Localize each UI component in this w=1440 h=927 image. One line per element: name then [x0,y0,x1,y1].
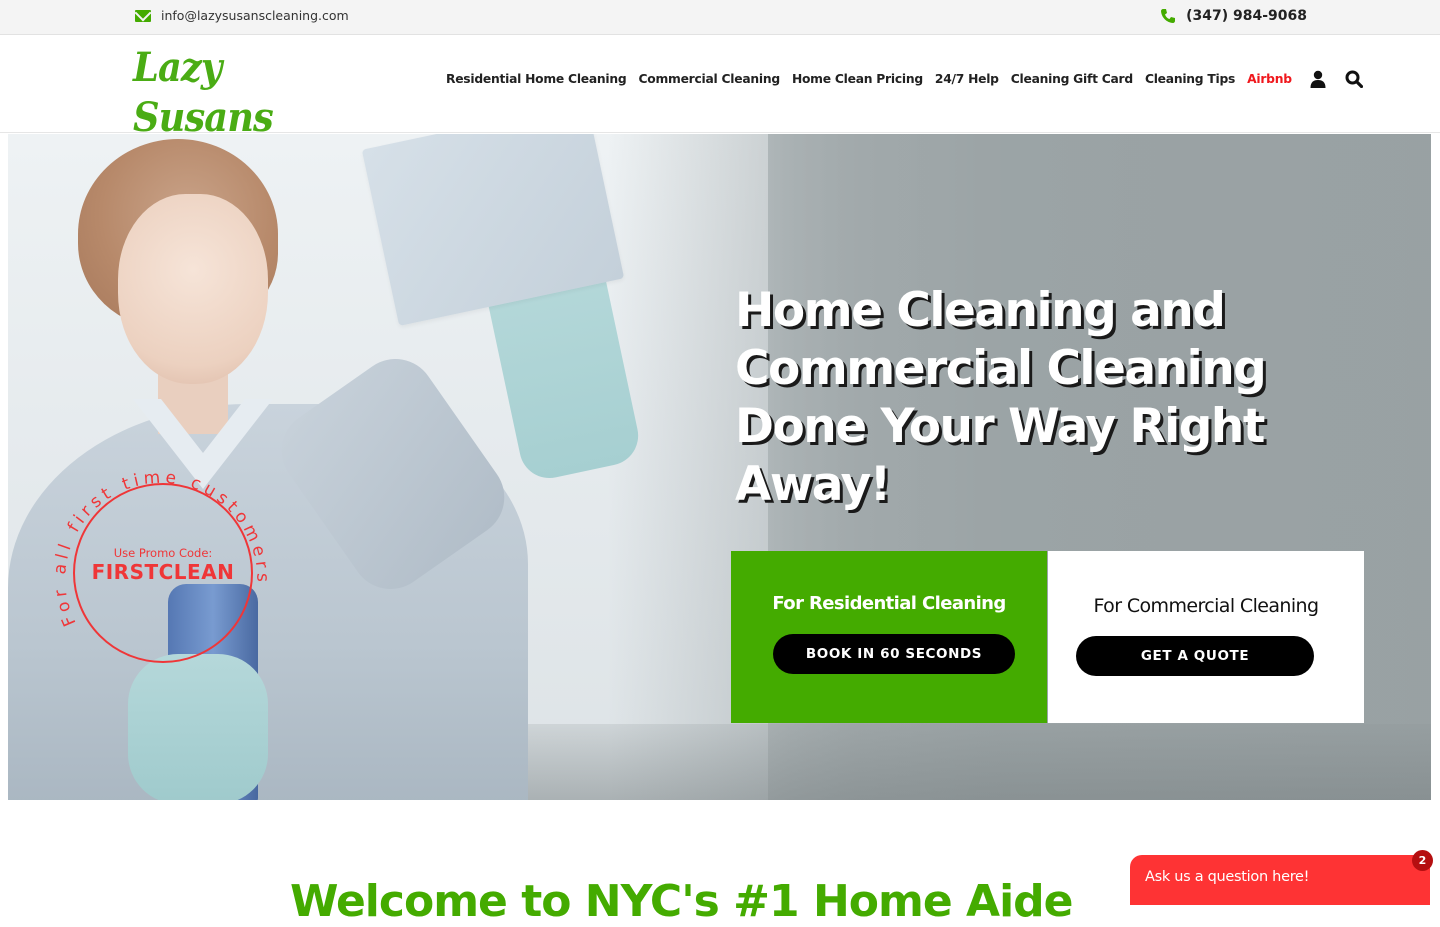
contact-phone[interactable]: (347) 984-9068 [1160,8,1307,24]
top-bar: info@lazysusanscleaning.com (347) 984-90… [0,0,1440,35]
promo-label: Use Promo Code: [113,546,213,560]
book-in-60-seconds-button[interactable]: BOOK IN 60 SECONDS [773,634,1015,674]
logo[interactable]: Lazy Susans CLEANING SERVICE [133,43,363,161]
nav-commercial-cleaning[interactable]: Commercial Cleaning [638,72,780,86]
get-a-quote-button[interactable]: GET A QUOTE [1076,636,1314,676]
nav-home-clean-pricing[interactable]: Home Clean Pricing [792,72,923,86]
hero-person-face [118,194,268,384]
main-nav: Residential Home Cleaning Commercial Cle… [446,69,1364,89]
search-icon[interactable] [1344,69,1364,89]
nav-cleaning-tips[interactable]: Cleaning Tips [1145,72,1235,86]
hero-banner: For all first time customers Use Promo C… [8,134,1431,800]
chat-widget[interactable]: Ask us a question here! 2 [1130,850,1433,905]
promo-code: FIRSTCLEAN [91,560,235,584]
chat-notification-badge: 2 [1412,850,1433,871]
contact-email[interactable]: info@lazysusanscleaning.com [135,8,349,23]
user-icon[interactable] [1308,69,1328,89]
chat-label[interactable]: Ask us a question here! [1145,869,1309,885]
nav-24-7-help[interactable]: 24/7 Help [935,72,999,86]
hero-headline: Home Cleaning and Commercial Cleaning Do… [735,283,1267,512]
cta-commercial: For Commercial Cleaning GET A QUOTE [1048,551,1364,723]
phone-icon [1160,8,1176,24]
site-header: Lazy Susans CLEANING SERVICE Residential… [0,35,1440,161]
phone-link[interactable]: (347) 984-9068 [1186,8,1307,24]
hero-glove-lower [128,654,268,800]
cta-residential: For Residential Cleaning BOOK IN 60 SECO… [731,551,1047,723]
welcome-heading: Welcome to NYC's #1 Home Aide [290,876,1074,927]
promo-stamp: For all first time customers Use Promo C… [48,460,278,670]
email-link[interactable]: info@lazysusanscleaning.com [161,8,349,23]
nav-airbnb[interactable]: Airbnb [1247,72,1292,86]
nav-cleaning-gift-card[interactable]: Cleaning Gift Card [1011,72,1133,86]
nav-residential-home-cleaning[interactable]: Residential Home Cleaning [446,72,627,86]
logo-title: Lazy Susans [133,44,274,141]
cta-residential-title: For Residential Cleaning [772,593,1006,614]
cta-commercial-title: For Commercial Cleaning [1093,595,1320,617]
envelope-icon [135,9,151,22]
